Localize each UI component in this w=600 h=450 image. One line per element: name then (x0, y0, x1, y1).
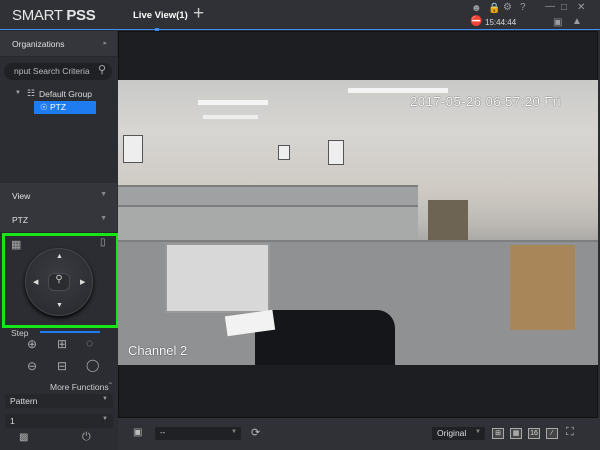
bell-icon[interactable]: ▲ (572, 16, 582, 27)
add-tab-button[interactable]: + (193, 3, 204, 25)
power-icon[interactable]: ⏻ (82, 431, 91, 444)
organizations-header[interactable]: Organizations ▸ (0, 31, 117, 57)
layout-4-icon[interactable]: ⊞ (492, 428, 504, 439)
save-view-icon[interactable]: ▣ (133, 427, 142, 438)
group-icon: ☷ (27, 88, 36, 98)
stream-select[interactable]: -- ▼ (155, 427, 241, 440)
minimize-icon[interactable]: — (545, 1, 555, 12)
search-input[interactable]: nput Search Criteria ⚲ (4, 63, 112, 80)
more-functions-toggle[interactable]: More Functions (50, 382, 109, 392)
chevron-down-icon: ▼ (100, 215, 107, 222)
layout-16-button[interactable]: 16 (528, 428, 540, 439)
refresh-icon[interactable]: ⟳ (251, 426, 260, 439)
layout-9-icon[interactable]: ▦ (510, 428, 522, 439)
lock-icon[interactable]: 🔒 (488, 3, 500, 14)
zoom-out-icon[interactable]: ⊖ (27, 359, 37, 373)
test-chart-board (165, 243, 270, 313)
tree-device-ptz[interactable]: ☉ PTZ (34, 101, 96, 114)
pattern-number-select[interactable]: 1 ▼ (5, 414, 113, 428)
channel-label: Channel 2 (128, 343, 188, 358)
chevron-up-icon[interactable]: ⌃ (107, 381, 114, 390)
device-icon[interactable]: ▣ (553, 17, 562, 28)
close-icon[interactable]: ✕ (577, 2, 585, 13)
app-logo: SMART PSS (12, 7, 96, 24)
pattern-settings-icon[interactable]: ▩ (19, 432, 28, 443)
tree-group[interactable]: Default Group (39, 89, 92, 99)
function-select[interactable]: Pattern ▼ (5, 394, 113, 408)
clock: 15:44:44 (485, 18, 517, 27)
user-icon[interactable]: ☻ (471, 3, 482, 14)
chevron-down-icon: ▼ (100, 191, 107, 198)
ptz-header[interactable]: PTZ ▼ (0, 207, 117, 233)
help-icon[interactable]: ? (520, 2, 526, 13)
zoom-in-icon[interactable]: ⊕ (27, 337, 37, 351)
custom-layout-icon[interactable]: ⁄ (546, 428, 558, 439)
search-icon[interactable]: ⚲ (98, 63, 106, 76)
chevron-right-icon: ▸ (103, 40, 107, 47)
gear-icon[interactable]: ⚙ (503, 2, 512, 13)
alarm-status-icon[interactable]: ⛔ (470, 16, 482, 27)
cardboard-box (510, 245, 575, 330)
office-chair (255, 310, 395, 365)
view-header[interactable]: View ▼ (0, 183, 117, 209)
step-slider[interactable] (40, 331, 100, 333)
iris-open-icon[interactable]: ◌ (86, 336, 93, 350)
step-label: Step (11, 328, 29, 338)
tab-live-view[interactable]: Live View(1) (133, 10, 188, 21)
maximize-icon[interactable]: □ (561, 2, 567, 13)
scale-select[interactable]: Original ▼ (432, 427, 485, 440)
video-timestamp: 2017-05-26 06:57:20 Fri (410, 94, 561, 109)
focus-far-icon[interactable]: ⊟ (57, 359, 67, 373)
fullscreen-icon[interactable]: ⛶ (566, 426, 574, 439)
focus-near-icon[interactable]: ⊞ (57, 337, 67, 351)
ptz-highlight-box (2, 233, 119, 328)
collapse-arrow-icon[interactable]: ▼ (15, 90, 21, 96)
camera-icon: ☉ (40, 102, 50, 112)
iris-close-icon[interactable]: ◯ (86, 358, 99, 372)
